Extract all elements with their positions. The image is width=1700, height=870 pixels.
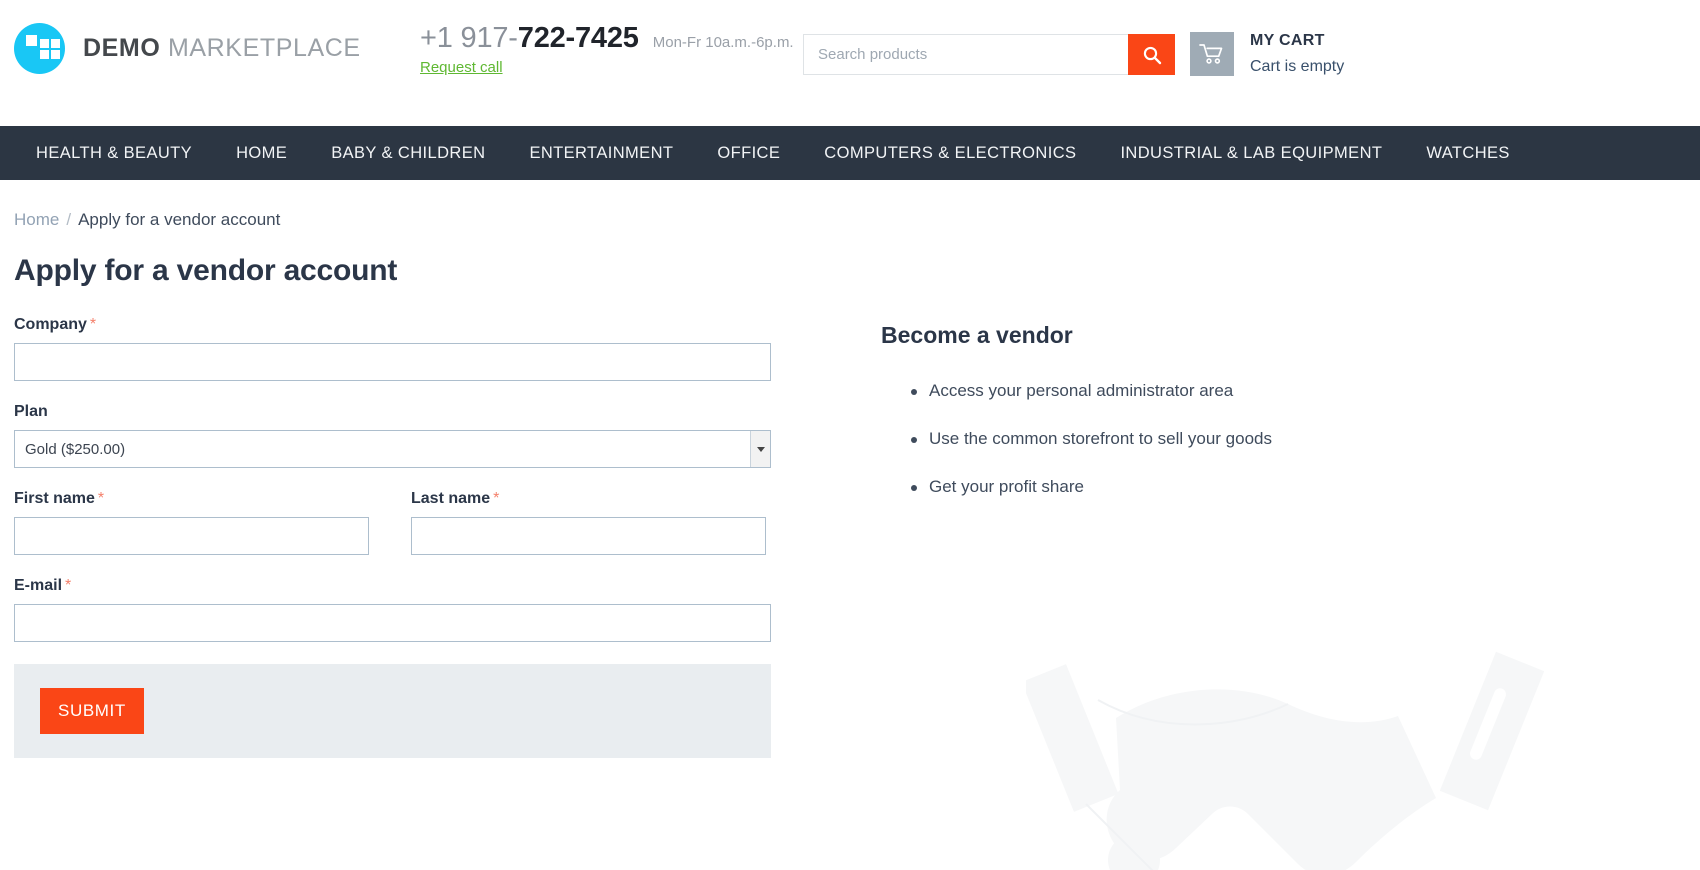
logo-bold-text: DEMO bbox=[83, 34, 161, 62]
company-field-group: Company * bbox=[14, 316, 771, 381]
breadcrumb-separator: / bbox=[66, 210, 72, 229]
cart-block[interactable]: MY CART Cart is empty bbox=[1190, 31, 1344, 77]
page-title: Apply for a vendor account bbox=[14, 254, 398, 287]
plan-field-group: Plan Gold ($250.00) bbox=[14, 403, 771, 468]
email-label-text: E-mail bbox=[14, 577, 63, 594]
logo-wordmark: DEMO MARKETPLACE bbox=[83, 34, 361, 63]
list-item: Use the common storefront to sell your g… bbox=[911, 429, 1686, 449]
nav-item-home[interactable]: HOME bbox=[214, 126, 309, 180]
plan-label-text: Plan bbox=[14, 403, 48, 420]
main-navigation: HEALTH & BEAUTY HOME BABY & CHILDREN ENT… bbox=[0, 126, 1700, 180]
company-input[interactable] bbox=[14, 343, 771, 381]
breadcrumb-home-link[interactable]: Home bbox=[14, 210, 59, 229]
email-required-marker: * bbox=[65, 577, 72, 594]
vendor-benefits-list: Access your personal administrator area … bbox=[881, 381, 1686, 497]
vendor-application-form: Company * Plan Gold ($250.00) First name * bbox=[14, 316, 771, 758]
list-item: Access your personal administrator area bbox=[911, 381, 1686, 401]
search-block bbox=[803, 34, 1175, 75]
nav-item-entertainment[interactable]: ENTERTAINMENT bbox=[507, 126, 695, 180]
working-hours: Mon-Fr 10a.m.-6p.m. bbox=[652, 34, 794, 51]
become-a-vendor-panel: Become a vendor Access your personal adm… bbox=[881, 316, 1686, 758]
search-input[interactable] bbox=[803, 34, 1128, 75]
email-label: E-mail * bbox=[14, 577, 771, 595]
list-item: Get your profit share bbox=[911, 477, 1686, 497]
last-name-required-marker: * bbox=[493, 490, 500, 507]
phone-number[interactable]: +1 917-722-7425 bbox=[420, 22, 639, 55]
grid-squares-logo-icon bbox=[14, 23, 65, 74]
nav-item-health-beauty[interactable]: HEALTH & BEAUTY bbox=[14, 126, 214, 180]
name-fields-row: First name * Last name * bbox=[14, 490, 771, 555]
email-input[interactable] bbox=[14, 604, 771, 642]
first-name-required-marker: * bbox=[97, 490, 105, 507]
nav-item-baby-children[interactable]: BABY & CHILDREN bbox=[309, 126, 507, 180]
submit-button[interactable]: SUBMIT bbox=[40, 688, 144, 734]
first-name-label-text: First name bbox=[14, 490, 95, 507]
nav-item-watches[interactable]: WATCHES bbox=[1404, 126, 1531, 180]
search-button[interactable] bbox=[1128, 34, 1175, 75]
breadcrumb-current: Apply for a vendor account bbox=[78, 210, 281, 229]
last-name-label-text: Last name bbox=[411, 490, 491, 507]
company-label: Company * bbox=[14, 316, 771, 334]
cart-status: Cart is empty bbox=[1250, 58, 1345, 75]
email-field-group: E-mail * bbox=[14, 577, 771, 642]
shopping-cart-icon bbox=[1199, 44, 1223, 64]
cart-title: MY CART bbox=[1250, 32, 1325, 49]
site-logo[interactable]: DEMO MARKETPLACE bbox=[14, 23, 361, 74]
site-header: DEMO MARKETPLACE +1 917-722-7425 Mon-Fr … bbox=[0, 0, 1700, 126]
nav-item-office[interactable]: OFFICE bbox=[695, 126, 802, 180]
first-name-field-group: First name * bbox=[14, 490, 369, 555]
phone-prefix: +1 917- bbox=[420, 22, 518, 54]
nav-item-industrial-lab-equipment[interactable]: INDUSTRIAL & LAB EQUIPMENT bbox=[1098, 126, 1404, 180]
last-name-label: Last name * bbox=[411, 490, 766, 508]
company-required-marker: * bbox=[89, 316, 97, 333]
plan-label: Plan bbox=[14, 403, 771, 421]
last-name-input[interactable] bbox=[411, 517, 766, 555]
company-label-text: Company bbox=[14, 316, 87, 333]
nav-item-computers-electronics[interactable]: COMPUTERS & ELECTRONICS bbox=[802, 126, 1098, 180]
breadcrumb: Home / Apply for a vendor account bbox=[14, 210, 1686, 230]
search-icon bbox=[1143, 46, 1161, 64]
logo-light-text: MARKETPLACE bbox=[167, 34, 361, 62]
request-call-link[interactable]: Request call bbox=[420, 59, 503, 76]
plan-select[interactable]: Gold ($250.00) bbox=[14, 430, 771, 468]
submit-panel: SUBMIT bbox=[14, 664, 771, 758]
phone-main-digits: 722-7425 bbox=[517, 22, 639, 54]
last-name-field-group: Last name * bbox=[411, 490, 766, 555]
first-name-label: First name * bbox=[14, 490, 369, 508]
page-content: Company * Plan Gold ($250.00) First name * bbox=[14, 316, 1686, 870]
page-body: Home / Apply for a vendor account Apply fo… bbox=[0, 210, 1700, 870]
become-a-vendor-title: Become a vendor bbox=[881, 322, 1073, 348]
phone-block: +1 917-722-7425 Mon-Fr 10a.m.-6p.m. Requ… bbox=[420, 22, 794, 77]
first-name-input[interactable] bbox=[14, 517, 369, 555]
cart-icon-box[interactable] bbox=[1190, 32, 1234, 76]
